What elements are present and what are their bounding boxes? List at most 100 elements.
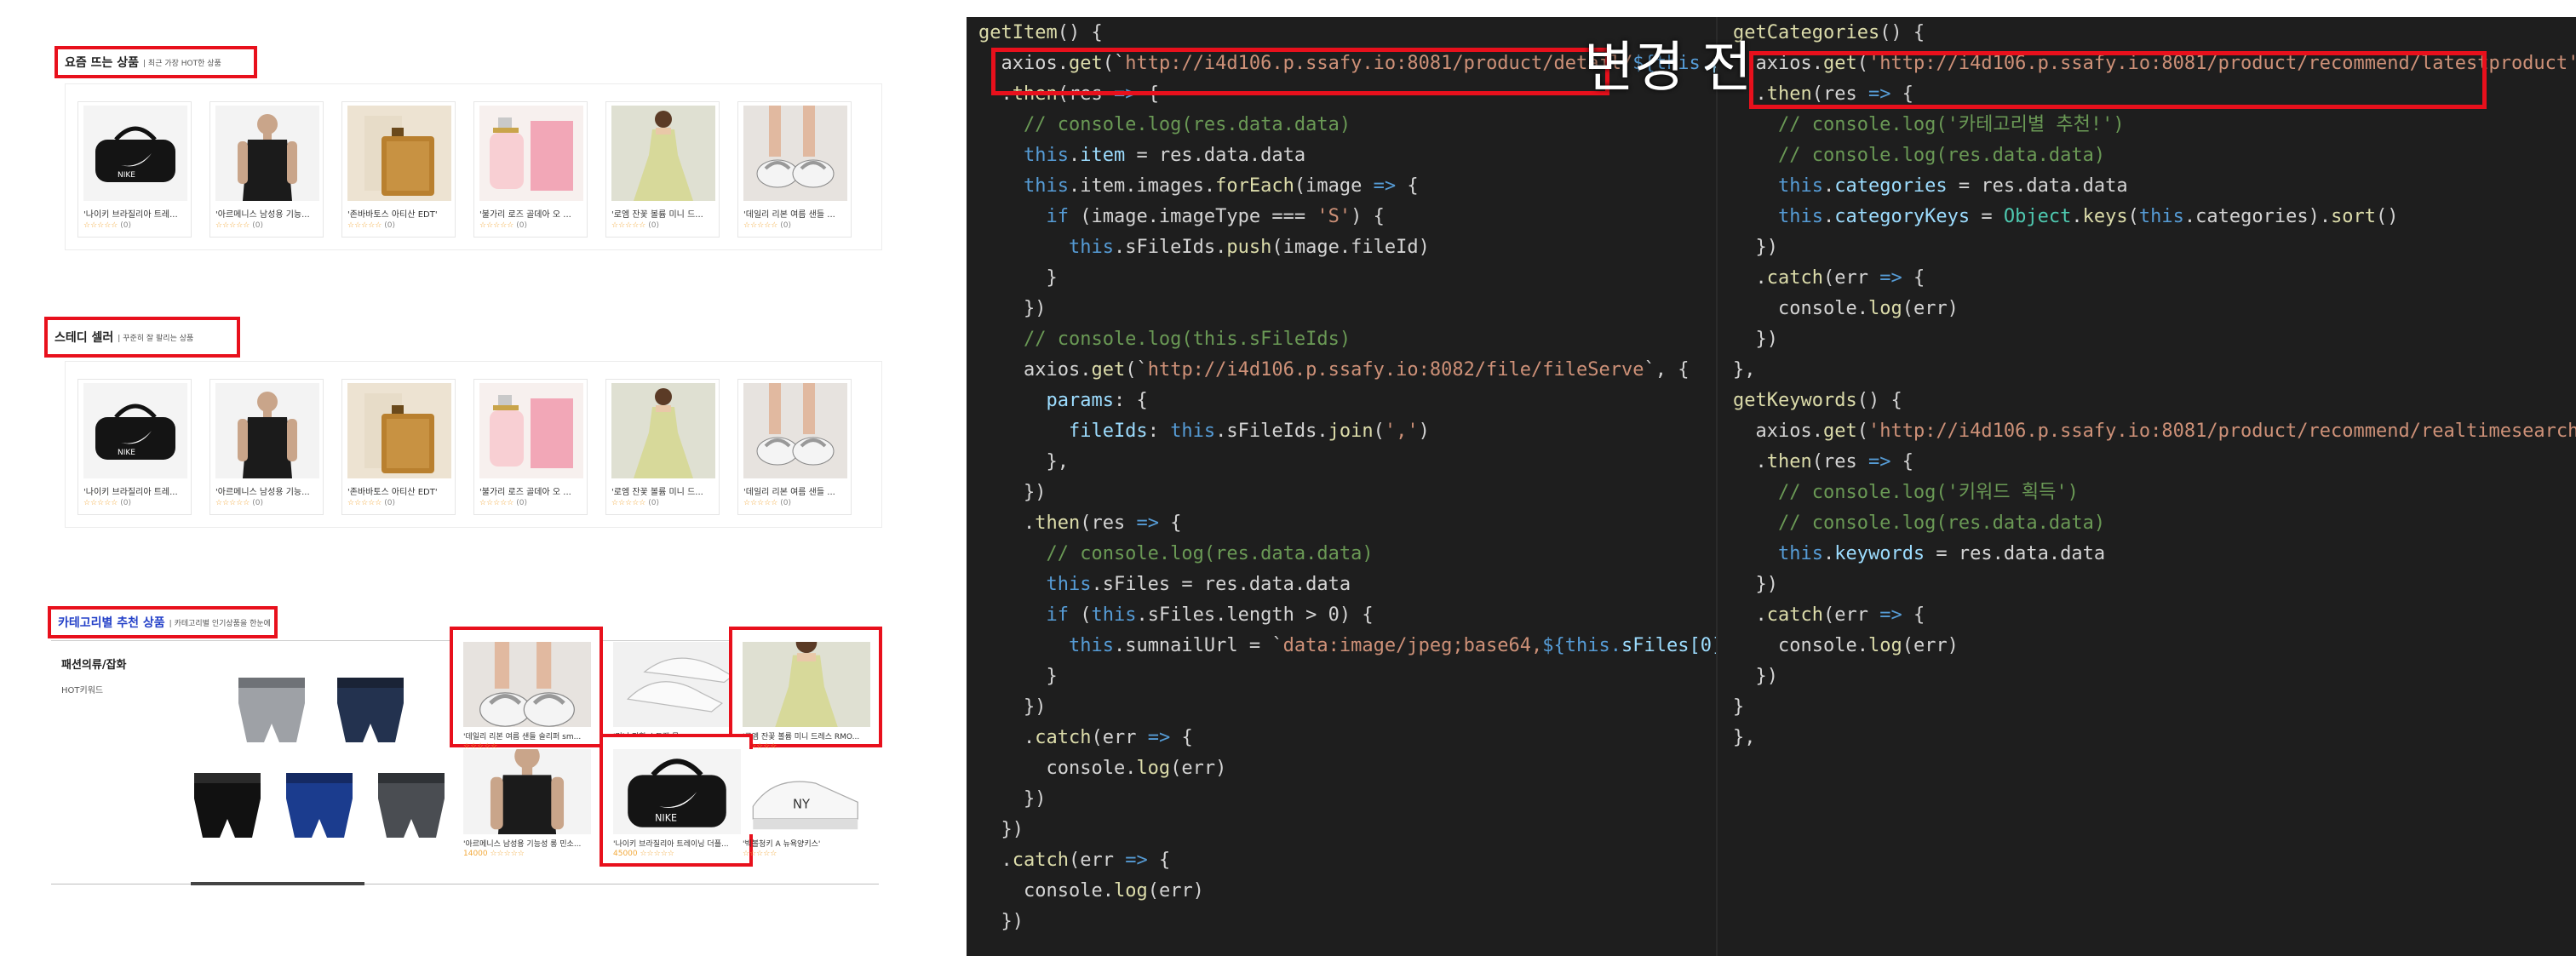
category-product-image[interactable]: [463, 642, 591, 727]
product-card[interactable]: NIKE '나이키 브라질리아 트레... ☆☆☆☆☆ (0): [77, 101, 192, 238]
duffel-bag-icon[interactable]: NIKE: [83, 383, 187, 478]
product-name[interactable]: '로엠 잔꽃 볼륨 미니 드...: [611, 484, 717, 497]
code-line[interactable]: console.log(err): [1733, 296, 1959, 322]
category-product-name[interactable]: '아르메니스 남성용 기능성 롱 민소...: [463, 838, 581, 849]
product-name[interactable]: '불가리 로즈 골데아 오 ...: [479, 484, 585, 497]
product-name[interactable]: '아르메니스 남성용 기능...: [215, 484, 321, 497]
code-editor-left[interactable]: getItem() { axios.get(`http://i4d106.p.s…: [967, 17, 1716, 956]
code-line[interactable]: }): [978, 817, 1024, 843]
code-line[interactable]: }): [978, 296, 1047, 322]
dress-icon[interactable]: [611, 106, 715, 201]
code-line[interactable]: .catch(err => {: [978, 848, 1170, 873]
code-line[interactable]: console.log(err): [978, 879, 1204, 904]
dress-icon[interactable]: [611, 383, 715, 478]
code-line[interactable]: this.sFileIds.push(image.fileId): [978, 235, 1430, 260]
code-line[interactable]: .catch(err => {: [978, 725, 1193, 751]
code-line[interactable]: axios.get('http://i4d106.p.ssafy.io:8081…: [1733, 419, 2576, 444]
code-line[interactable]: this.item.images.forEach(image => {: [978, 174, 1419, 199]
tank-top-icon[interactable]: [215, 383, 319, 478]
code-line[interactable]: }): [978, 695, 1047, 720]
product-card[interactable]: NIKE '나이키 브라질리아 트레... ☆☆☆☆☆ (0): [77, 379, 192, 515]
code-line[interactable]: }): [978, 480, 1047, 506]
code-line[interactable]: axios.get(`http://i4d106.p.ssafy.io:8082…: [978, 358, 1690, 383]
code-line[interactable]: }: [1733, 695, 1744, 720]
product-name[interactable]: '아르메니스 남성용 기능...: [215, 207, 321, 220]
category-product-name[interactable]: '나이키 브라질리아 트레이닝 더플...: [613, 838, 729, 849]
code-line[interactable]: // console.log('카테고리별 추천!'): [1733, 112, 2125, 138]
code-line[interactable]: // console.log(res.data.data): [978, 112, 1351, 138]
product-card[interactable]: '데일리 리본 여름 샌들 ... ☆☆☆☆☆ (0): [737, 101, 852, 238]
code-line[interactable]: getKeywords() {: [1733, 388, 1902, 414]
perfume-bottle-icon[interactable]: [347, 383, 451, 478]
code-line[interactable]: // console.log(res.data.data): [978, 541, 1373, 567]
category-product-image[interactable]: [463, 749, 591, 834]
category-product-image[interactable]: [743, 642, 870, 727]
category-product-image[interactable]: [613, 642, 741, 727]
category-product-name[interactable]: '로엠 잔꽃 볼륨 미니 드레스 RMO...: [743, 730, 859, 741]
product-name[interactable]: '데일리 리본 여름 샌들 ...: [743, 484, 849, 497]
code-line[interactable]: console.log(err): [1733, 633, 1959, 659]
code-line[interactable]: }): [1733, 572, 1778, 598]
code-line[interactable]: }): [1733, 327, 1778, 352]
code-line[interactable]: console.log(err): [978, 756, 1226, 781]
code-line[interactable]: },: [1733, 358, 1756, 383]
code-line[interactable]: }): [1733, 235, 1778, 260]
perfume-pink-icon[interactable]: [479, 106, 583, 201]
product-card[interactable]: '로엠 잔꽃 볼륨 미니 드... ☆☆☆☆☆ (0): [605, 379, 720, 515]
code-line[interactable]: this.sFiles = res.data.data: [978, 572, 1351, 598]
product-card[interactable]: '아르메니스 남성용 기능... ☆☆☆☆☆ (0): [209, 379, 324, 515]
code-line[interactable]: // console.log('키워드 획득'): [1733, 480, 2079, 506]
tank-top-icon[interactable]: [215, 106, 319, 201]
product-card[interactable]: '존바바토스 아티산 EDT' ☆☆☆☆☆ (0): [341, 101, 456, 238]
code-line[interactable]: this.item = res.data.data: [978, 143, 1305, 169]
code-line[interactable]: // console.log(res.data.data): [1733, 143, 2105, 169]
code-line[interactable]: getCategories() {: [1733, 20, 1925, 46]
code-line[interactable]: if (image.imageType === 'S') {: [978, 204, 1384, 230]
code-line[interactable]: this.categoryKeys = Object.keys(this.cat…: [1733, 204, 2399, 230]
code-line[interactable]: if (this.sFiles.length > 0) {: [978, 603, 1373, 628]
product-card[interactable]: '로엠 잔꽃 볼륨 미니 드... ☆☆☆☆☆ (0): [605, 101, 720, 238]
code-line[interactable]: }): [1733, 664, 1778, 690]
code-line[interactable]: }: [978, 266, 1057, 291]
code-line[interactable]: .then(res => {: [1733, 449, 1913, 475]
code-line[interactable]: this.keywords = res.data.data: [1733, 541, 2105, 567]
perfume-pink-icon[interactable]: [479, 383, 583, 478]
product-card[interactable]: '불가리 로즈 골데아 오 ... ☆☆☆☆☆ (0): [473, 379, 588, 515]
product-name[interactable]: '불가리 로즈 골데아 오 ...: [479, 207, 585, 220]
category-product-name[interactable]: '데일리 리본 여름 샌들 슬리퍼 sm...: [463, 730, 581, 741]
sandals-icon[interactable]: [743, 383, 847, 478]
code-line[interactable]: },: [1733, 725, 1756, 751]
code-line[interactable]: params: {: [978, 388, 1147, 414]
code-line[interactable]: .catch(err => {: [1733, 266, 1925, 291]
product-name[interactable]: '나이키 브라질리아 트레...: [83, 484, 189, 497]
code-line[interactable]: .catch(err => {: [1733, 603, 1925, 628]
product-name[interactable]: '로엠 잔꽃 볼륨 미니 드...: [611, 207, 717, 220]
code-line[interactable]: fileIds: this.sFileIds.join(','): [978, 419, 1430, 444]
code-line[interactable]: this.categories = res.data.data: [1733, 174, 2128, 199]
code-line[interactable]: }): [978, 787, 1047, 812]
product-name[interactable]: '데일리 리본 여름 샌들 ...: [743, 207, 849, 220]
product-card[interactable]: '불가리 로즈 골데아 오 ... ☆☆☆☆☆ (0): [473, 101, 588, 238]
sandals-icon[interactable]: [743, 106, 847, 201]
duffel-bag-icon[interactable]: NIKE: [83, 106, 187, 201]
code-line[interactable]: // console.log(res.data.data): [1733, 511, 2105, 536]
product-name[interactable]: '존바바토스 아티산 EDT': [347, 484, 453, 497]
code-line[interactable]: .then(res => {: [978, 511, 1181, 536]
scroll-indicator[interactable]: [191, 882, 364, 885]
code-line[interactable]: },: [978, 449, 1069, 475]
code-editor-right[interactable]: getCategories() { axios.get('http://i4d1…: [1716, 17, 2576, 956]
product-card[interactable]: '존바바토스 아티산 EDT' ☆☆☆☆☆ (0): [341, 379, 456, 515]
category-product-name[interactable]: '빅볼청키 A 뉴욕양키스': [743, 838, 820, 849]
product-name[interactable]: '존바바토스 아티산 EDT': [347, 207, 453, 220]
product-card[interactable]: '아르메니스 남성용 기능... ☆☆☆☆☆ (0): [209, 101, 324, 238]
product-name[interactable]: '나이키 브라질리아 트레...: [83, 207, 189, 220]
code-line[interactable]: }: [978, 664, 1057, 690]
code-line[interactable]: // console.log(this.sFileIds): [978, 327, 1351, 352]
category-product-image[interactable]: NY: [743, 749, 870, 834]
code-line[interactable]: getItem() {: [978, 20, 1103, 46]
product-card[interactable]: '데일리 리본 여름 샌들 ... ☆☆☆☆☆ (0): [737, 379, 852, 515]
perfume-bottle-icon[interactable]: [347, 106, 451, 201]
category-name[interactable]: 패션의류/잡화: [61, 655, 127, 672]
code-line[interactable]: this.sumnailUrl = `data:image/jpeg;base6…: [978, 633, 1716, 659]
code-line[interactable]: }): [978, 909, 1024, 935]
